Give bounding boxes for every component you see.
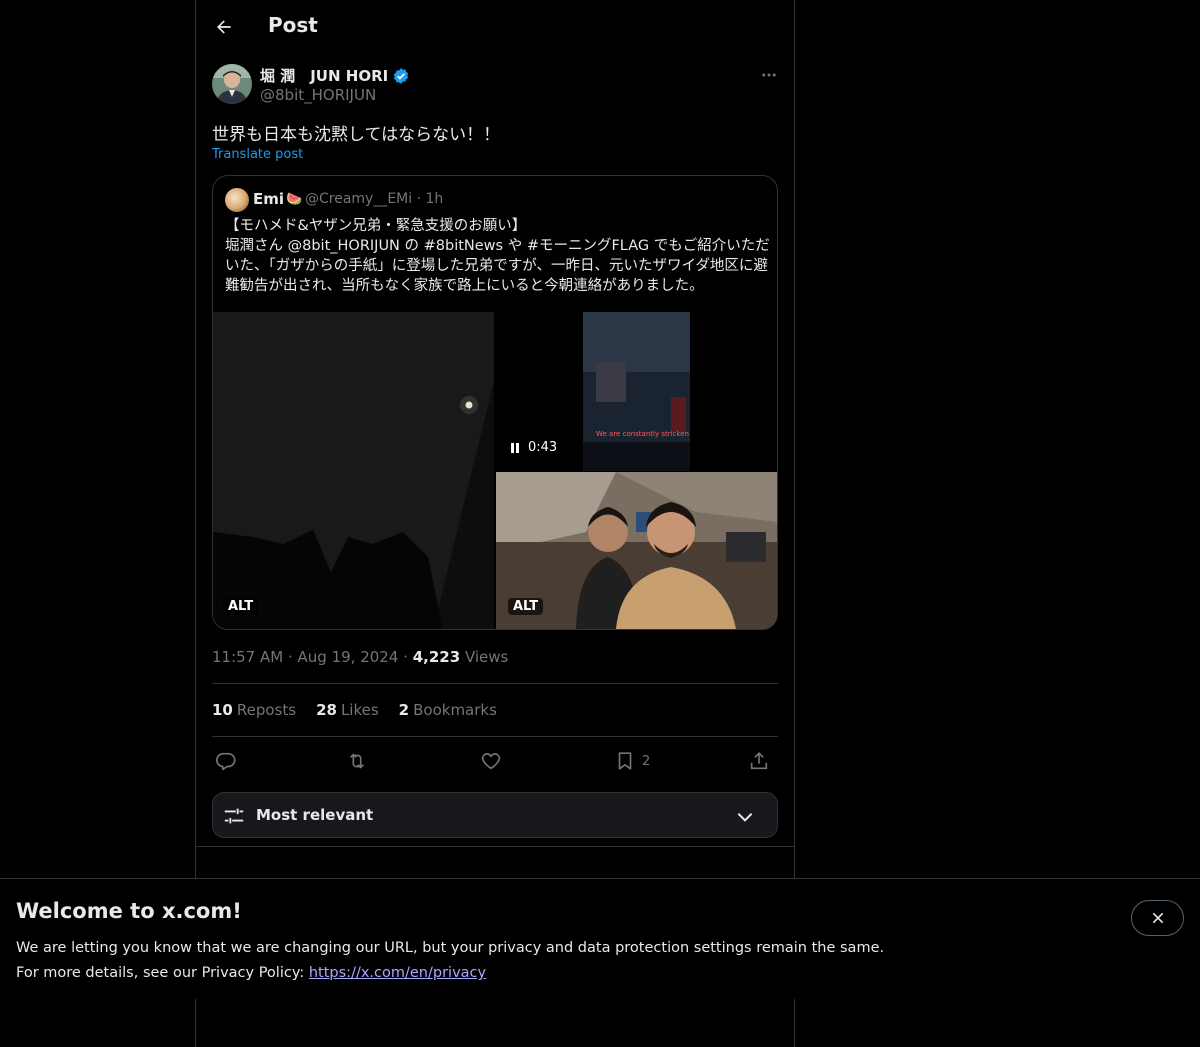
avatar[interactable] [212, 64, 252, 104]
media-photo-night-sky[interactable]: ALT [213, 312, 494, 629]
post-timestamp: 11:57 AM · Aug 19, 2024 · 4,223 Views [212, 648, 508, 666]
quote-avatar [225, 188, 249, 212]
author-name-text: 堀 潤 JUN HORI [260, 67, 389, 85]
url-change-banner: Welcome to x.com! We are letting you kno… [0, 878, 1200, 999]
watermelon-emoji: 🍉 [286, 191, 303, 207]
quote-handle: @Creamy__EMi [305, 191, 413, 207]
back-button[interactable] [208, 11, 240, 43]
separator-dot: · [403, 648, 413, 666]
reply-button[interactable] [215, 746, 237, 776]
author-name[interactable]: 堀 潤 JUN HORI [260, 65, 410, 86]
bookmarks-stat[interactable]: 2 Bookmarks [399, 701, 497, 719]
quote-author-name-text: Emi [253, 190, 285, 208]
likes-count: 28 [316, 701, 337, 719]
more-options-button[interactable] [756, 62, 782, 88]
divider [212, 736, 778, 737]
bookmark-button[interactable]: 2 [614, 746, 650, 776]
header: Post [196, 0, 794, 54]
page-title: Post [268, 13, 318, 37]
reposts-count: 10 [212, 701, 233, 719]
verified-badge-icon [394, 67, 409, 84]
reposts-stat[interactable]: 10 Reposts [212, 701, 296, 719]
separator-dot: · [416, 191, 426, 207]
reply-icon [216, 752, 236, 771]
banner-line-1: We are letting you know that we are chan… [16, 940, 885, 956]
video-time: 0:43 [528, 440, 558, 455]
bookmarks-label: Bookmarks [413, 701, 497, 719]
banner-text: We are letting you know that we are chan… [16, 936, 884, 986]
bookmark-count: 2 [642, 753, 651, 769]
sort-label: Most relevant [256, 806, 374, 824]
more-horizontal-icon [762, 73, 776, 77]
likes-stat[interactable]: 28 Likes [316, 701, 379, 719]
bookmarks-count: 2 [398, 701, 410, 719]
avatar-image [212, 64, 252, 104]
arrow-left-icon [217, 20, 231, 34]
quote-meta: @Creamy__EMi · 1h [305, 191, 443, 207]
banner-line-2: For more details, see our Privacy Policy… [16, 961, 884, 986]
post-text: 世界も日本も沈黙してはならない！！ [212, 125, 501, 145]
repost-button[interactable] [346, 746, 368, 776]
sliders-icon [224, 808, 244, 824]
repost-icon [349, 753, 365, 769]
quote-text: 【モハメド&ヤザン兄弟・緊急支援のお願い】 堀潤さん @8bit_HORIJUN… [225, 216, 770, 296]
views-label: Views [464, 648, 509, 666]
share-icon [750, 752, 768, 770]
divider [212, 683, 778, 684]
banner-close-button[interactable] [1131, 900, 1184, 936]
reposts-label: Reposts [236, 701, 297, 719]
quoted-post[interactable]: Emi 🍉 @Creamy__EMi · 1h 【モハメド&ヤザン兄弟・緊急支援… [212, 175, 778, 630]
quote-text-body: 堀潤さん @8bit_HORIJUN の #8bitNews や #モーニングF… [225, 238, 770, 294]
banner-line-2-prefix: For more details, see our Privacy Policy… [16, 965, 309, 981]
privacy-policy-link[interactable]: https://x.com/en/privacy [309, 965, 486, 981]
like-button[interactable] [480, 746, 502, 776]
engagement-stats: 10 Reposts 28 Likes 2 Bookmarks [212, 701, 497, 719]
post-time[interactable]: 11:57 AM [212, 648, 283, 666]
divider [196, 846, 794, 847]
reply-sort-dropdown[interactable]: Most relevant [212, 792, 778, 838]
heart-icon [481, 753, 501, 770]
pause-icon[interactable] [510, 442, 520, 454]
video-subtitle: We are constantly stricken [596, 430, 689, 438]
separator-dot: · [287, 648, 298, 666]
night-sky-image [213, 312, 494, 629]
share-button[interactable] [748, 746, 770, 776]
likes-label: Likes [340, 701, 379, 719]
translate-post-link[interactable]: Translate post [212, 147, 303, 162]
media-photo-brothers[interactable]: ALT [496, 472, 777, 629]
chevron-down-icon [737, 812, 753, 822]
post-date[interactable]: Aug 19, 2024 [298, 648, 399, 666]
quote-author-name: Emi 🍉 [253, 190, 302, 208]
action-bar: 2 [212, 746, 778, 776]
video-controls: 0:43 [510, 440, 557, 455]
close-icon [1152, 912, 1163, 924]
author-handle[interactable]: @8bit_HORIJUN [260, 86, 376, 104]
quote-time: 1h [425, 191, 444, 207]
bookmark-icon [618, 752, 632, 770]
alt-badge[interactable]: ALT [223, 598, 259, 615]
media-video[interactable]: We are constantly stricken 0:43 [496, 312, 777, 471]
views-count: 4,223 [412, 648, 461, 666]
banner-title: Welcome to x.com! [16, 899, 242, 923]
quote-text-heading: 【モハメド&ヤザン兄弟・緊急支援のお願い】 [225, 218, 527, 234]
alt-badge[interactable]: ALT [508, 598, 544, 615]
